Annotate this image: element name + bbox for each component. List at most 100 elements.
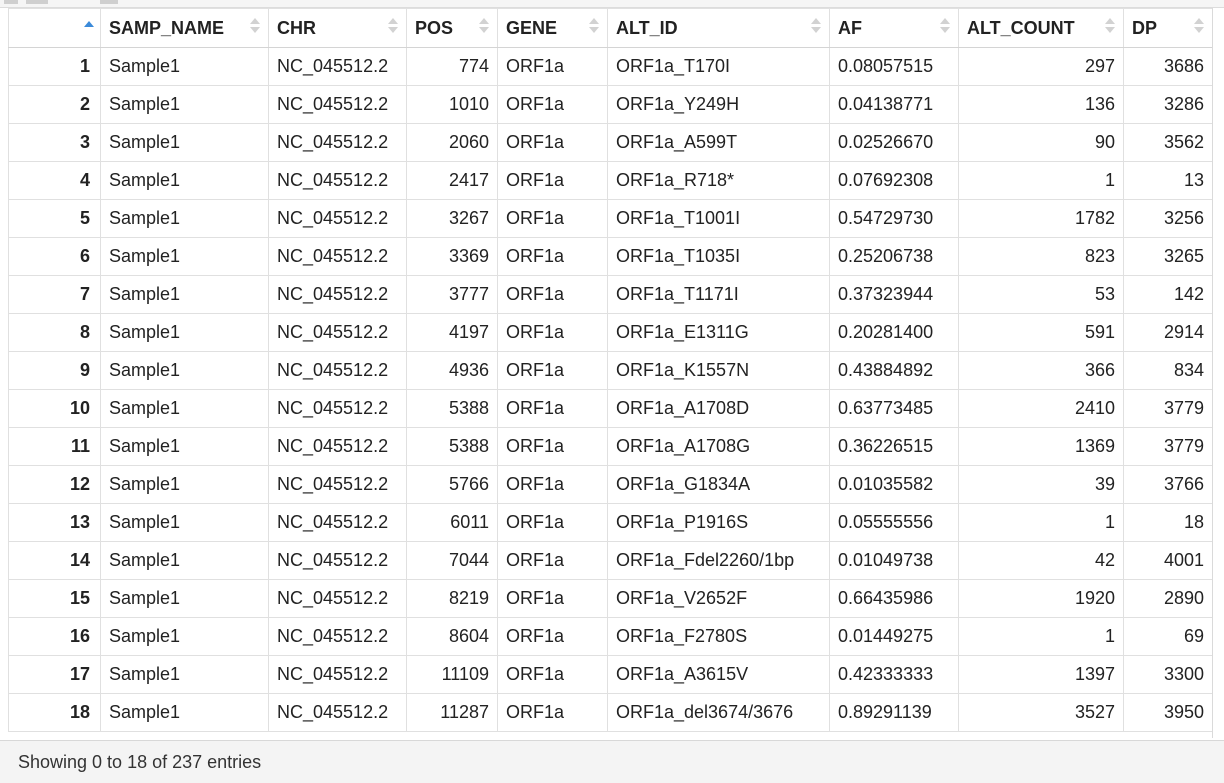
column-header-label: POS <box>415 17 454 38</box>
table-row[interactable]: 18 Sample1 NC_045512.2 11287 ORF1a ORF1a_del3… <box>8 693 1212 732</box>
column-header-label: DP <box>1132 17 1158 38</box>
table-cell-dp: 3950 <box>1123 693 1212 732</box>
table-row[interactable]: 5 Sample1 NC_045512.2 3267 ORF1a ORF1a_T1001I… <box>8 199 1212 238</box>
table-cell-gene: ORF1a <box>497 541 608 580</box>
table-cell-chr: NC_045512.2 <box>268 465 407 504</box>
table-cell-pos: 11109 <box>406 655 498 694</box>
table-row[interactable]: 14 Sample1 NC_045512.2 7044 ORF1a ORF1a_Fdel2… <box>8 541 1212 580</box>
column-header-alt-id[interactable]: ALT_ID <box>607 8 830 48</box>
table-cell-chr: NC_045512.2 <box>268 161 407 200</box>
table-row[interactable]: 4 Sample1 NC_045512.2 2417 ORF1a ORF1a_R718* 0… <box>8 161 1212 200</box>
table-row[interactable]: 13 Sample1 NC_045512.2 6011 ORF1a ORF1a_P1916… <box>8 503 1212 542</box>
table-cell-alt-id: ORF1a_del3674/3676 <box>607 693 830 732</box>
table-cell-pos: 4936 <box>406 351 498 390</box>
table-cell-chr: NC_045512.2 <box>268 503 407 542</box>
table-row[interactable]: 2 Sample1 NC_045512.2 1010 ORF1a ORF1a_Y249H 0… <box>8 85 1212 124</box>
table-row[interactable]: 11 Sample1 NC_045512.2 5388 ORF1a ORF1a_A1708… <box>8 427 1212 466</box>
table-cell-alt-id: ORF1a_K1557N <box>607 351 830 390</box>
row-number: 3 <box>8 123 101 162</box>
table-cell-alt-count: 1 <box>958 617 1124 656</box>
table-row[interactable]: 7 Sample1 NC_045512.2 3777 ORF1a ORF1a_T1171I… <box>8 275 1212 314</box>
table-cell-af: 0.04138771 <box>829 85 959 124</box>
row-number: 18 <box>8 693 101 732</box>
table-row[interactable]: 1 Sample1 NC_045512.2 774 ORF1a ORF1a_T170I 0.… <box>8 47 1212 86</box>
column-header-alt-count[interactable]: ALT_COUNT <box>958 8 1124 48</box>
sort-arrows-icon[interactable] <box>479 18 489 34</box>
table-cell-alt-count: 591 <box>958 313 1124 352</box>
toolbar-strip <box>0 0 1224 8</box>
table-cell-alt-count: 1 <box>958 161 1124 200</box>
table-cell-alt-id: ORF1a_P1916S <box>607 503 830 542</box>
table-cell-samp-name: Sample1 <box>100 541 269 580</box>
table-cell-af: 0.37323944 <box>829 275 959 314</box>
column-header-af[interactable]: AF <box>829 8 959 48</box>
table-cell-pos: 1010 <box>406 85 498 124</box>
table-row[interactable]: 12 Sample1 NC_045512.2 5766 ORF1a ORF1a_G1834… <box>8 465 1212 504</box>
sort-arrows-icon[interactable] <box>388 18 398 34</box>
table-cell-chr: NC_045512.2 <box>268 237 407 276</box>
table-cell-dp: 3766 <box>1123 465 1212 504</box>
sort-arrows-icon[interactable] <box>589 18 599 34</box>
table-cell-samp-name: Sample1 <box>100 313 269 352</box>
column-header-gene[interactable]: GENE <box>497 8 608 48</box>
table-cell-alt-id: ORF1a_A1708G <box>607 427 830 466</box>
data-table: SAMP_NAME CHR POS GENE ALT_ID AF ALT_COUNT DP 1… <box>8 8 1212 732</box>
table-cell-alt-id: ORF1a_A599T <box>607 123 830 162</box>
table-cell-af: 0.07692308 <box>829 161 959 200</box>
table-cell-af: 0.43884892 <box>829 351 959 390</box>
table-cell-alt-count: 366 <box>958 351 1124 390</box>
column-header-row-id[interactable] <box>8 8 101 48</box>
table-cell-alt-id: ORF1a_G1834A <box>607 465 830 504</box>
table-cell-gene: ORF1a <box>497 123 608 162</box>
table-row[interactable]: 9 Sample1 NC_045512.2 4936 ORF1a ORF1a_K1557N… <box>8 351 1212 390</box>
column-header-label: AF <box>838 17 862 38</box>
table-row[interactable]: 6 Sample1 NC_045512.2 3369 ORF1a ORF1a_T1035I… <box>8 237 1212 276</box>
sort-arrows-icon[interactable] <box>1194 18 1204 34</box>
sort-arrows-icon[interactable] <box>1105 18 1115 34</box>
table-row[interactable]: 3 Sample1 NC_045512.2 2060 ORF1a ORF1a_A599T 0… <box>8 123 1212 162</box>
table-row[interactable]: 10 Sample1 NC_045512.2 5388 ORF1a ORF1a_A1708… <box>8 389 1212 428</box>
column-header-chr[interactable]: CHR <box>268 8 407 48</box>
table-cell-gene: ORF1a <box>497 579 608 618</box>
column-header-pos[interactable]: POS <box>406 8 498 48</box>
column-header-dp[interactable]: DP <box>1123 8 1212 48</box>
table-cell-samp-name: Sample1 <box>100 123 269 162</box>
table-cell-samp-name: Sample1 <box>100 655 269 694</box>
table-cell-gene: ORF1a <box>497 85 608 124</box>
table-cell-gene: ORF1a <box>497 47 608 86</box>
table-cell-pos: 8219 <box>406 579 498 618</box>
table-cell-alt-count: 1920 <box>958 579 1124 618</box>
sort-ascending-icon[interactable] <box>84 21 94 37</box>
table-cell-samp-name: Sample1 <box>100 47 269 86</box>
table-cell-alt-id: ORF1a_A1708D <box>607 389 830 428</box>
table-cell-pos: 3267 <box>406 199 498 238</box>
table-cell-alt-id: ORF1a_E1311G <box>607 313 830 352</box>
table-cell-dp: 2914 <box>1123 313 1212 352</box>
table-cell-samp-name: Sample1 <box>100 503 269 542</box>
table-cell-gene: ORF1a <box>497 237 608 276</box>
table-cell-dp: 3256 <box>1123 199 1212 238</box>
row-number: 7 <box>8 275 101 314</box>
table-cell-samp-name: Sample1 <box>100 693 269 732</box>
row-number: 11 <box>8 427 101 466</box>
table-row[interactable]: 17 Sample1 NC_045512.2 11109 ORF1a ORF1a_A361… <box>8 655 1212 694</box>
table-cell-af: 0.25206738 <box>829 237 959 276</box>
table-cell-chr: NC_045512.2 <box>268 123 407 162</box>
data-table-container[interactable]: SAMP_NAME CHR POS GENE ALT_ID AF ALT_COUNT DP 1… <box>8 8 1213 738</box>
sort-arrows-icon[interactable] <box>940 18 950 34</box>
table-row[interactable]: 15 Sample1 NC_045512.2 8219 ORF1a ORF1a_V2652… <box>8 579 1212 618</box>
sort-arrows-icon[interactable] <box>811 18 821 34</box>
table-cell-samp-name: Sample1 <box>100 85 269 124</box>
table-row[interactable]: 16 Sample1 NC_045512.2 8604 ORF1a ORF1a_F2780… <box>8 617 1212 656</box>
table-cell-chr: NC_045512.2 <box>268 47 407 86</box>
column-header-samp-name[interactable]: SAMP_NAME <box>100 8 269 48</box>
table-cell-chr: NC_045512.2 <box>268 541 407 580</box>
table-cell-af: 0.01449275 <box>829 617 959 656</box>
table-cell-chr: NC_045512.2 <box>268 617 407 656</box>
table-cell-gene: ORF1a <box>497 313 608 352</box>
entries-info: Showing 0 to 18 of 237 entries <box>18 752 262 772</box>
table-cell-chr: NC_045512.2 <box>268 427 407 466</box>
row-number: 15 <box>8 579 101 618</box>
table-row[interactable]: 8 Sample1 NC_045512.2 4197 ORF1a ORF1a_E1311G… <box>8 313 1212 352</box>
sort-arrows-icon[interactable] <box>250 18 260 34</box>
